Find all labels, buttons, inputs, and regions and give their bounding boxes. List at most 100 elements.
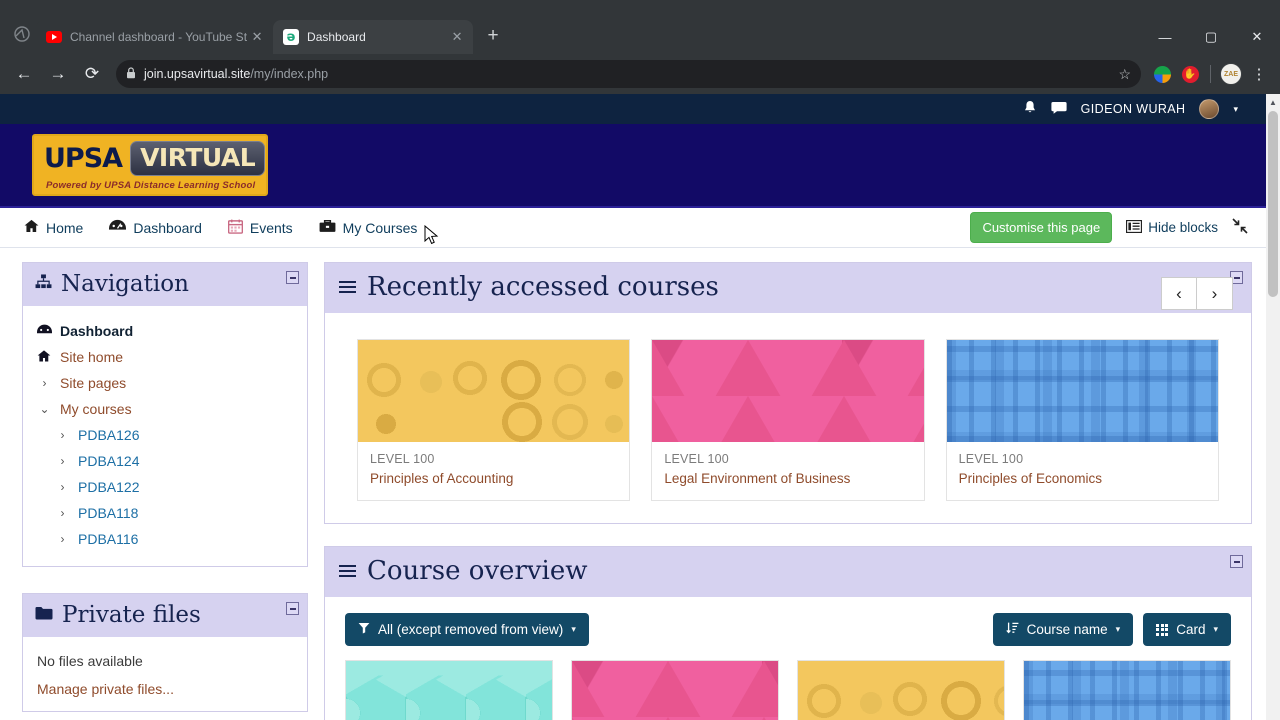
scroll-up-button[interactable]: ▲ <box>1266 94 1280 111</box>
course-card[interactable] <box>345 660 553 720</box>
chat-bubble-icon[interactable] <box>1051 101 1067 118</box>
maximize-button[interactable]: ▢ <box>1188 20 1234 54</box>
paint-extension-icon[interactable] <box>1149 61 1175 87</box>
course-overview-title: Course overview <box>367 556 588 586</box>
sidebar-item-site-pages[interactable]: › Site pages <box>37 370 307 396</box>
chevron-right-icon[interactable]: › <box>37 376 52 390</box>
sidebar-item-label: PDBA122 <box>78 479 140 495</box>
adblock-stop-icon[interactable]: ✋ <box>1177 61 1203 87</box>
course-card-image <box>652 340 924 442</box>
sidebar-item-pdba116[interactable]: › PDBA116 <box>55 526 307 552</box>
new-tab-button[interactable]: + <box>479 22 507 50</box>
user-name[interactable]: GIDEON WURAH <box>1081 102 1186 116</box>
hide-blocks-button[interactable]: Hide blocks <box>1126 219 1218 236</box>
course-card-level: LEVEL 100 <box>958 452 1024 466</box>
recently-accessed-header: Recently accessed courses ‹ › <box>325 263 1251 313</box>
close-window-button[interactable]: ✕ <box>1234 20 1280 54</box>
sidebar-item-my-courses[interactable]: ⌄ My courses <box>37 396 307 422</box>
private-files-block-body: No files available Manage private files.… <box>23 637 307 711</box>
address-bar[interactable]: join.upsavirtual.site/my/index.php ☆ <box>116 60 1141 88</box>
course-card[interactable] <box>571 660 779 720</box>
bookmark-star-icon[interactable]: ☆ <box>1118 66 1131 83</box>
nav-item-dashboard[interactable]: Dashboard <box>109 219 202 236</box>
course-view-label: Card <box>1176 622 1206 637</box>
course-card[interactable] <box>1023 660 1231 720</box>
chevron-right-icon[interactable]: › <box>55 506 70 520</box>
course-filter-dropdown[interactable]: All (except removed from view) ▾ <box>345 613 589 646</box>
course-card-level: LEVEL 100 <box>664 452 729 466</box>
sidebar-item-pdba122[interactable]: › PDBA122 <box>55 474 307 500</box>
browser-tab-youtube[interactable]: Channel dashboard - YouTube St ✕ <box>36 20 274 54</box>
nav-item-home[interactable]: Home <box>24 219 83 236</box>
fullscreen-collapse-icon[interactable] <box>1232 218 1248 237</box>
back-button[interactable]: ← <box>8 58 40 90</box>
course-card[interactable]: LEVEL 100 Principles of Economics <box>945 339 1219 501</box>
collapse-block-button[interactable] <box>1230 555 1243 568</box>
nav-item-my-courses[interactable]: My Courses <box>319 219 417 236</box>
course-card[interactable]: LEVEL 100 Legal Environment of Business <box>651 339 925 501</box>
sidebar-item-pdba118[interactable]: › PDBA118 <box>55 500 307 526</box>
close-tab-button[interactable]: ✕ <box>247 27 267 47</box>
navigation-block-header: Navigation <box>23 263 307 306</box>
chevron-right-icon[interactable]: › <box>55 480 70 494</box>
sidebar-item-pdba126[interactable]: › PDBA126 <box>55 422 307 448</box>
carousel-nav: ‹ › <box>1161 277 1233 310</box>
customise-page-button[interactable]: Customise this page <box>970 212 1113 243</box>
site-header: UPSA VIRTUAL Powered by UPSA Distance Le… <box>0 124 1266 245</box>
minimize-button[interactable]: ― <box>1142 20 1188 54</box>
reload-button[interactable]: ⟳ <box>76 58 108 90</box>
logo-text-upsa: UPSA <box>44 142 123 174</box>
manage-private-files-link[interactable]: Manage private files... <box>37 681 307 697</box>
recently-accessed-courses-block: Recently accessed courses ‹ › LEVEL 100 … <box>324 262 1252 524</box>
moodle-usermenu-bar: GIDEON WURAH ▾ <box>0 94 1266 124</box>
moodle-icon: ə <box>283 29 300 45</box>
bell-icon[interactable] <box>1023 100 1037 118</box>
course-view-dropdown[interactable]: Card ▾ <box>1143 613 1231 646</box>
chevron-down-icon: ▾ <box>1213 624 1218 634</box>
nav-item-events[interactable]: Events <box>227 219 293 237</box>
browser-menu-button[interactable]: ⋮ <box>1246 60 1272 88</box>
sidebar-item-site-home[interactable]: Site home <box>37 344 307 370</box>
browser-tab-dashboard[interactable]: ə Dashboard ✕ <box>273 20 474 54</box>
sidebar-item-label: PDBA118 <box>78 505 139 521</box>
carousel-next-button[interactable]: › <box>1197 277 1233 310</box>
window-controls: ― ▢ ✕ <box>1142 20 1280 54</box>
folder-icon <box>35 605 53 625</box>
close-tab-button[interactable]: ✕ <box>447 27 467 47</box>
carousel-prev-button[interactable]: ‹ <box>1161 277 1197 310</box>
sidebar-item-label: PDBA116 <box>78 531 139 547</box>
browser-tabstrip: Channel dashboard - YouTube St ✕ ə Dashb… <box>0 0 1280 54</box>
course-card-name[interactable]: Legal Environment of Business <box>664 471 911 486</box>
chevron-right-icon[interactable]: › <box>55 532 70 546</box>
chevron-down-icon[interactable]: ▾ <box>1233 104 1238 115</box>
avatar[interactable] <box>1199 99 1220 119</box>
avatar[interactable]: ZAE <box>1218 61 1244 87</box>
briefcase-icon <box>319 219 336 236</box>
course-card[interactable]: LEVEL 100 Principles of Accounting <box>357 339 631 501</box>
drag-handle-icon[interactable] <box>339 562 356 580</box>
collapse-block-button[interactable] <box>286 271 299 284</box>
sidebar-item-dashboard[interactable]: Dashboard <box>37 318 307 344</box>
course-card[interactable] <box>797 660 1005 720</box>
sidebar-item-label: Site home <box>60 349 124 365</box>
course-card-name[interactable]: Principles of Economics <box>959 471 1206 486</box>
site-logo[interactable]: UPSA VIRTUAL Powered by UPSA Distance Le… <box>32 134 268 196</box>
page-scrollbar[interactable]: ▲ <box>1266 94 1280 720</box>
course-sort-dropdown[interactable]: Course name ▾ <box>992 613 1134 646</box>
chevron-right-icon[interactable]: › <box>55 454 70 468</box>
drag-handle-icon[interactable] <box>339 278 356 296</box>
browser-window: Channel dashboard - YouTube St ✕ ə Dashb… <box>0 0 1280 720</box>
nav-label: Home <box>46 219 84 236</box>
sidebar: Navigation Dashboard Site home › Site pa… <box>22 262 308 712</box>
course-card-image <box>572 661 778 720</box>
chevron-down-icon[interactable]: ⌄ <box>37 402 52 416</box>
course-card-level: LEVEL 100 <box>370 452 435 466</box>
forward-button[interactable]: → <box>42 58 74 90</box>
chevron-right-icon[interactable]: › <box>55 428 70 442</box>
course-overview-block: Course overview All (except removed from… <box>324 546 1252 720</box>
sidebar-item-pdba124[interactable]: › PDBA124 <box>55 448 307 474</box>
dashboard-icon <box>109 219 127 236</box>
collapse-block-button[interactable] <box>286 602 299 615</box>
course-card-name[interactable]: Principles of Accounting <box>370 471 617 486</box>
scrollbar-thumb[interactable] <box>1268 111 1278 297</box>
